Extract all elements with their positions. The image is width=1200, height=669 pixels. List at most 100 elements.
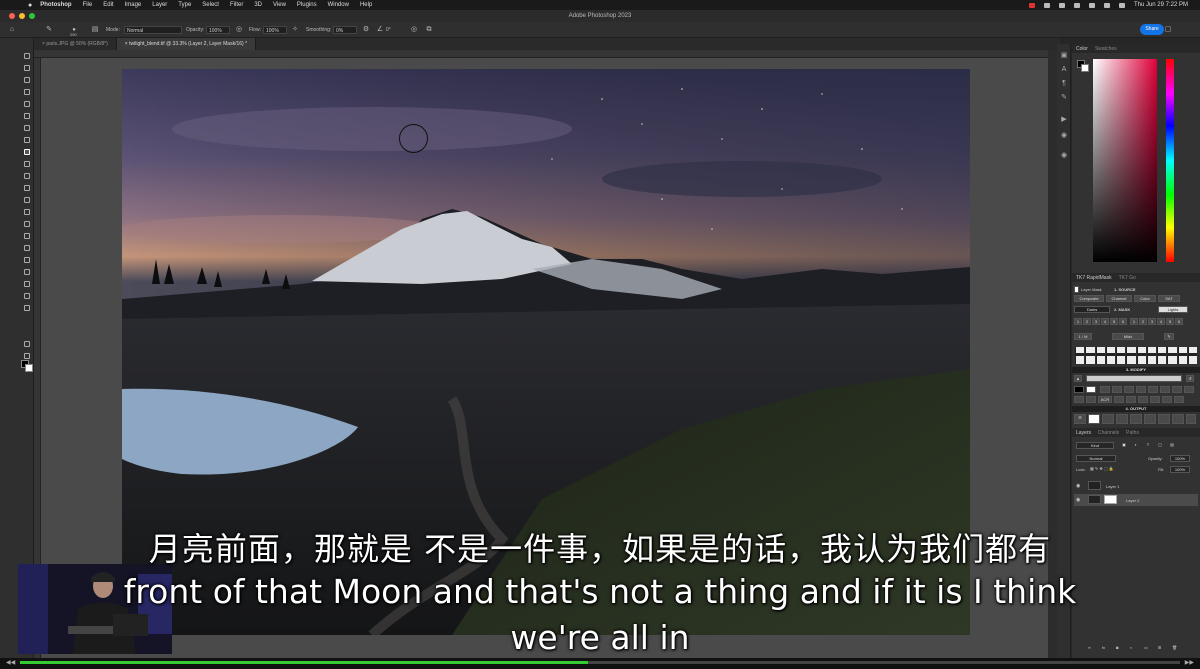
history-brush-tool-icon[interactable] [23, 172, 31, 180]
marquee-tool-icon[interactable] [23, 64, 31, 72]
modify-tool-14[interactable] [1150, 396, 1160, 403]
dark-6-button[interactable]: 6 [1119, 318, 1127, 325]
forward-icon[interactable]: ▶▶ [1185, 659, 1194, 666]
modify-tool-5[interactable] [1148, 386, 1158, 393]
brush-tool-icon[interactable]: ✎ [45, 26, 53, 34]
record-icon[interactable] [1028, 2, 1035, 8]
search-icon[interactable] [1103, 2, 1110, 8]
menu-3d[interactable]: 3D [254, 2, 262, 8]
tab-layers[interactable]: Layers [1076, 430, 1091, 436]
dark-5-button[interactable]: 5 [1110, 318, 1118, 325]
hand-tool-icon[interactable] [23, 280, 31, 288]
tab-twilight-blend[interactable]: × twilight_blend.tif @ 33.3% (Layer 2, L… [116, 38, 257, 50]
darks-button[interactable]: Darks [1074, 306, 1110, 313]
workspace-icon[interactable]: ▢ [1164, 26, 1172, 34]
layer-row[interactable]: ◉ Layer 2 [1074, 494, 1198, 506]
visibility-eye-icon[interactable]: ◉ [1076, 497, 1080, 503]
home-icon[interactable]: ⌂ [8, 26, 16, 34]
layer-opacity-field[interactable]: 100% [1170, 455, 1190, 462]
flow-field[interactable]: 100% [263, 26, 287, 34]
search-icon[interactable]: ⌕ [1150, 26, 1158, 34]
sat-button[interactable]: SAT [1158, 295, 1180, 302]
brush-settings-icon[interactable]: ▤ [91, 26, 99, 34]
filter-pixel-icon[interactable]: ▣ [1120, 442, 1128, 449]
output-5-button[interactable] [1130, 414, 1142, 424]
gradient-tool-icon[interactable] [23, 196, 31, 204]
pressure-opacity-icon[interactable]: ◎ [235, 26, 243, 34]
clone-stamp-tool-icon[interactable] [23, 160, 31, 168]
frame-tool-icon[interactable] [23, 112, 31, 120]
gear-icon[interactable]: ⚙ [362, 26, 370, 34]
menu-image[interactable]: Image [125, 2, 142, 8]
dark-4-button[interactable]: 4 [1101, 318, 1109, 325]
actions-play-icon[interactable]: ▶ [1060, 116, 1068, 124]
menu-select[interactable]: Select [202, 2, 219, 8]
filter-shape-icon[interactable]: ▢ [1156, 442, 1164, 449]
more-tools-icon[interactable] [23, 304, 31, 312]
tab-tk7-go[interactable]: TK7 Go [1119, 275, 1136, 281]
modify-left-button[interactable]: ▲ [1074, 375, 1082, 382]
opacity-field[interactable]: 100% [206, 26, 230, 34]
modify-tool-4[interactable] [1136, 386, 1146, 393]
modify-tool-3[interactable] [1124, 386, 1134, 393]
angle-icon[interactable]: ∠ [376, 26, 384, 34]
pressure-size-icon[interactable]: ◎ [410, 26, 418, 34]
mode-select[interactable]: Normal [124, 26, 182, 34]
zone-sliders[interactable] [1075, 347, 1197, 364]
im-button[interactable]: 1 / M [1074, 333, 1092, 340]
path-select-tool-icon[interactable] [23, 256, 31, 264]
tab-rapidmask[interactable]: TK7 RapidMask [1076, 275, 1112, 281]
quick-mask-icon[interactable] [23, 340, 31, 348]
modify-tool-9[interactable] [1074, 396, 1084, 403]
output-9-button[interactable] [1186, 414, 1196, 424]
airbrush-icon[interactable]: ✧ [291, 26, 299, 34]
symmetry-icon[interactable]: ⧉ [425, 26, 433, 34]
light-4-button[interactable]: 4 [1157, 318, 1165, 325]
light-6-button[interactable]: 6 [1175, 318, 1183, 325]
paragraph-panel-icon[interactable]: ¶ [1060, 80, 1068, 88]
bluetooth-icon[interactable] [1073, 2, 1080, 8]
acr-button[interactable]: ACR [1098, 396, 1112, 403]
menu-help[interactable]: Help [360, 2, 372, 8]
color-picker-field[interactable] [1093, 59, 1157, 262]
mids-button[interactable]: Mids [1112, 333, 1144, 340]
background-color-mini[interactable] [1081, 64, 1089, 72]
tab-paths[interactable]: Paths [1126, 430, 1139, 436]
healing-tool-icon[interactable] [23, 136, 31, 144]
zoom-tool-icon[interactable] [23, 292, 31, 300]
wifi-icon[interactable] [1088, 2, 1095, 8]
blend-mode-select[interactable]: Normal [1076, 455, 1116, 462]
lasso-tool-icon[interactable] [23, 76, 31, 84]
eyedropper-button[interactable]: ✎ [1164, 333, 1174, 340]
lights-button[interactable]: Lights [1158, 306, 1188, 313]
tab-channels[interactable]: Channels [1098, 430, 1119, 436]
clock[interactable]: Thu Jun 29 7:22 PM [1134, 2, 1188, 8]
tab-swatches[interactable]: Swatches [1095, 46, 1117, 52]
brushes-panel-icon[interactable]: ✎ [1060, 94, 1068, 102]
cloud-icon[interactable] [1058, 2, 1065, 8]
crop-tool-icon[interactable] [23, 100, 31, 108]
visibility-eye-icon[interactable]: ◉ [1076, 483, 1080, 489]
modify-tool-7[interactable] [1172, 386, 1182, 393]
layer-mask-thumbnail[interactable] [1104, 495, 1117, 504]
filter-adjust-icon[interactable]: ◐ [1132, 442, 1140, 449]
layer-row[interactable]: ◉ Layer 1 [1074, 480, 1198, 492]
filter-smart-icon[interactable]: ▤ [1168, 442, 1176, 449]
eyedropper-tool-icon[interactable] [23, 124, 31, 132]
light-5-button[interactable]: 5 [1166, 318, 1174, 325]
color-swatches[interactable] [21, 360, 33, 372]
dodge-tool-icon[interactable] [23, 220, 31, 228]
filter-type-icon[interactable]: T [1144, 442, 1152, 449]
menu-file[interactable]: File [83, 2, 93, 8]
output-6-button[interactable] [1144, 414, 1156, 424]
tab-color[interactable]: Color [1076, 46, 1088, 52]
layer-name[interactable]: Layer 1 [1106, 484, 1119, 489]
modify-tool-10[interactable] [1086, 396, 1096, 403]
pen-tool-icon[interactable] [23, 232, 31, 240]
composite-button[interactable]: Composite [1074, 295, 1104, 302]
eraser-tool-icon[interactable] [23, 184, 31, 192]
smoothing-field[interactable]: 0% [333, 26, 357, 34]
rewind-icon[interactable]: ◀◀ [6, 659, 15, 666]
playback-progress[interactable] [20, 661, 1180, 664]
dark-3-button[interactable]: 3 [1092, 318, 1100, 325]
